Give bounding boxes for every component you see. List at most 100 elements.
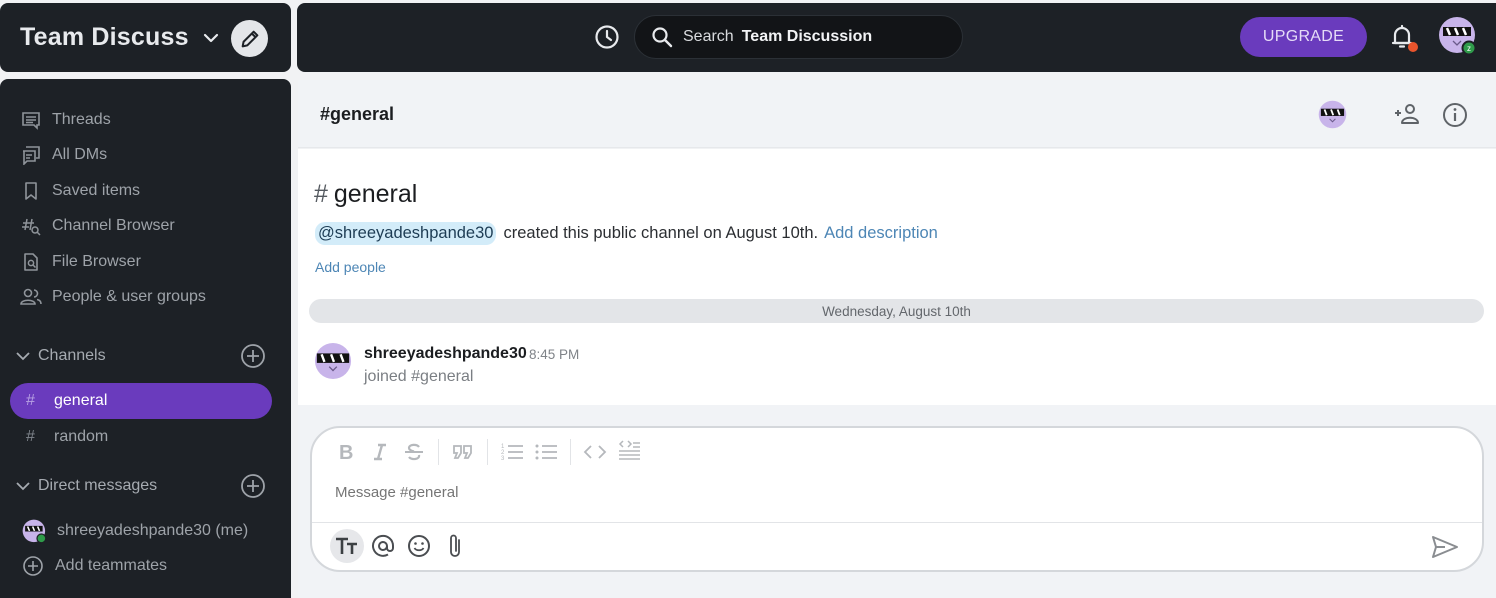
channel-members-button[interactable] xyxy=(1318,100,1347,129)
channel-info-button[interactable] xyxy=(1442,102,1468,128)
sidebar-item-label: Saved items xyxy=(52,182,141,199)
dm-item-self[interactable]: shreeyadeshpande30 (me) xyxy=(22,518,248,544)
add-people-link[interactable]: Add people xyxy=(315,259,386,275)
top-bar: Search Team Discussion UPGRADE z xyxy=(297,3,1496,72)
mention-button[interactable] xyxy=(366,529,400,563)
member-avatar xyxy=(1318,100,1347,129)
sidebar-item-people[interactable]: People & user groups xyxy=(20,284,206,310)
hash-icon: # xyxy=(314,180,328,208)
notifications-button[interactable] xyxy=(1390,24,1418,52)
toolbar-divider xyxy=(438,439,439,465)
channel-item-general[interactable]: # general xyxy=(10,383,272,419)
sidebar-item-threads[interactable]: Threads xyxy=(20,107,111,133)
italic-button[interactable] xyxy=(366,438,394,466)
formatting-toggle-button[interactable] xyxy=(330,529,364,563)
upgrade-button[interactable]: UPGRADE xyxy=(1240,17,1367,57)
created-text: created this public channel on August 10… xyxy=(503,224,819,242)
svg-text:3: 3 xyxy=(501,456,505,462)
add-person-icon xyxy=(1395,104,1419,124)
add-description-link[interactable]: Add description xyxy=(824,224,938,243)
creator-mention[interactable]: @shreeyadeshpande30 xyxy=(315,222,497,245)
all-dms-icon xyxy=(20,144,42,166)
formatting-toolbar: B 123 xyxy=(332,438,649,466)
sidebar-item-channel-browser[interactable]: Channel Browser xyxy=(20,213,175,239)
add-teammates-button[interactable]: Add teammates xyxy=(22,553,167,579)
workspace-name[interactable]: Team Discuss... xyxy=(20,23,188,52)
message-timestamp[interactable]: 8:45 PM xyxy=(529,347,579,362)
strikethrough-button[interactable] xyxy=(400,438,428,466)
file-browser-icon xyxy=(20,251,42,273)
sidebar-item-file-browser[interactable]: File Browser xyxy=(20,249,141,275)
channel-label: general xyxy=(54,392,108,409)
emoji-button[interactable] xyxy=(402,529,436,563)
sidebar-item-label: Channel Browser xyxy=(52,217,175,234)
code-icon xyxy=(583,445,607,459)
search-input[interactable]: Search Team Discussion xyxy=(634,15,963,59)
message-input[interactable] xyxy=(335,484,1335,501)
bold-button[interactable]: B xyxy=(332,438,360,466)
message-author[interactable]: shreeyadeshpande30 xyxy=(364,345,527,363)
svg-text:z: z xyxy=(1467,44,1471,53)
svg-text:B: B xyxy=(339,442,353,462)
italic-icon xyxy=(374,443,386,461)
channels-header-label: Channels xyxy=(38,347,106,364)
composer-actions xyxy=(330,528,474,564)
chevron-down-icon xyxy=(16,351,32,361)
hash-icon: # xyxy=(26,392,35,409)
chevron-down-icon[interactable] xyxy=(202,29,220,47)
people-icon xyxy=(20,286,42,308)
bold-icon: B xyxy=(339,442,353,462)
message-text: joined #general xyxy=(364,368,474,385)
search-label: Search xyxy=(683,28,734,45)
composer-divider xyxy=(312,522,1482,523)
dm-label: shreeyadeshpande30 (me) xyxy=(57,522,249,539)
plus-circle-icon xyxy=(23,556,43,576)
sidebar-item-all-dms[interactable]: All DMs xyxy=(20,142,107,168)
quote-button[interactable] xyxy=(449,438,477,466)
search-icon xyxy=(652,27,673,48)
quote-icon xyxy=(453,445,472,459)
dms-header-label: Direct messages xyxy=(38,477,158,494)
paperclip-icon xyxy=(450,534,460,557)
toolbar-divider xyxy=(487,439,488,465)
sidebar-item-label: People & user groups xyxy=(52,288,206,305)
bookmark-icon xyxy=(20,180,42,202)
channel-intro-name: general xyxy=(333,180,418,208)
bulleted-list-button[interactable] xyxy=(532,438,560,466)
message-area: # general @shreeyadeshpande30 created thi… xyxy=(298,149,1496,405)
threads-icon xyxy=(20,109,42,131)
add-channel-button[interactable] xyxy=(240,343,266,369)
toolbar-divider xyxy=(570,439,571,465)
text-format-icon xyxy=(336,537,357,554)
code-block-icon xyxy=(618,440,640,460)
code-button[interactable] xyxy=(581,438,609,466)
channel-item-random[interactable]: # random xyxy=(10,419,272,455)
add-teammates-label: Add teammates xyxy=(55,557,168,574)
numbered-list-button[interactable]: 123 xyxy=(498,438,526,466)
compose-button[interactable] xyxy=(231,20,268,57)
add-dm-button[interactable] xyxy=(240,473,266,499)
channel-intro-title: # general xyxy=(314,180,417,209)
channel-intro-text: @shreeyadeshpande30 created this public … xyxy=(315,222,938,245)
message-avatar[interactable] xyxy=(314,342,352,380)
channels-section-header[interactable]: Channels xyxy=(16,342,266,370)
app-root: Team Discuss... Search Team Discussion U… xyxy=(0,0,1496,598)
dms-section-header[interactable]: Direct messages xyxy=(16,472,266,500)
code-block-button[interactable] xyxy=(615,438,643,466)
message-composer: B 123 xyxy=(310,426,1484,572)
user-avatar[interactable]: z xyxy=(1438,16,1478,56)
send-button[interactable] xyxy=(1430,532,1460,562)
bulleted-list-icon xyxy=(535,444,557,460)
notification-badge xyxy=(1408,42,1418,52)
chevron-down-icon xyxy=(16,481,32,491)
channel-title[interactable]: #general xyxy=(320,104,394,125)
date-separator-label: Wednesday, August 10th xyxy=(822,303,971,319)
sidebar: Threads All DMs Saved items Channel Brow… xyxy=(0,79,291,598)
history-button[interactable] xyxy=(593,23,621,51)
add-member-button[interactable] xyxy=(1393,102,1421,128)
workspace-header[interactable]: Team Discuss... xyxy=(0,3,291,72)
sidebar-item-saved-items[interactable]: Saved items xyxy=(20,178,140,204)
at-sign-icon xyxy=(372,534,395,557)
attach-button[interactable] xyxy=(438,529,472,563)
clock-icon xyxy=(595,25,619,49)
